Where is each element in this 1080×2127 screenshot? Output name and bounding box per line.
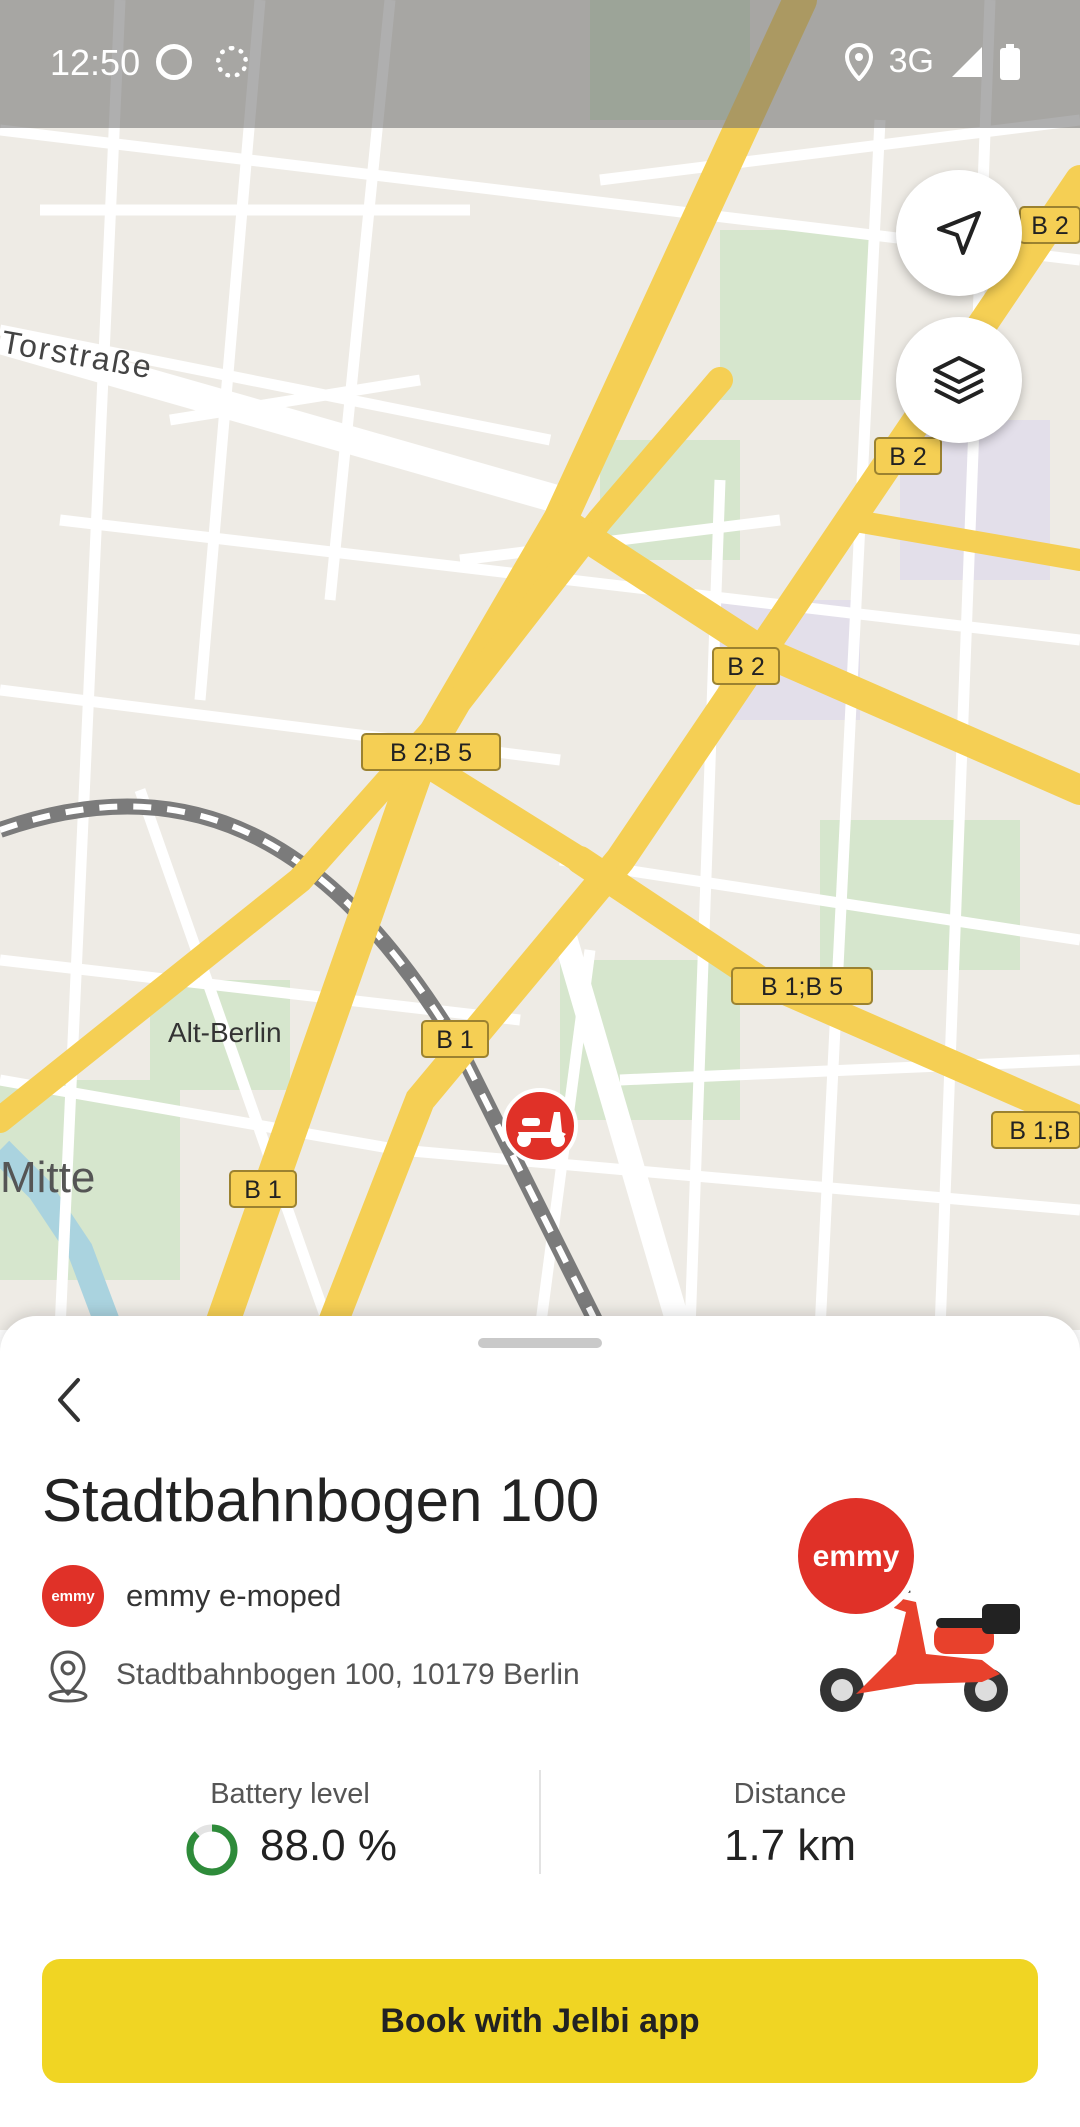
layers-icon [933, 356, 985, 404]
provider-logo: emmy [42, 1565, 104, 1627]
vehicle-image-badge: emmy [813, 1540, 900, 1573]
road-shield: B 1 [244, 1176, 282, 1204]
battery-value: 88.0 % [260, 1821, 397, 1870]
sync-icon [156, 44, 192, 80]
park-area [820, 820, 1020, 970]
district-label: Mitte [0, 1153, 95, 1202]
provider-name: emmy e-moped [126, 1578, 342, 1613]
road-shield: B 2 [889, 443, 927, 471]
road-shield: B 1 [436, 1026, 474, 1054]
location-title: Stadtbahnbogen 100 [42, 1467, 600, 1534]
signal-icon [952, 46, 982, 77]
status-time: 12:50 [50, 42, 141, 83]
chevron-left-icon [58, 1378, 80, 1422]
place-label: Alt-Berlin [168, 1017, 282, 1048]
battery-level-arc [186, 1824, 238, 1876]
vehicle-image: emmy [786, 1484, 1026, 1729]
settings-icon [216, 46, 248, 78]
back-button[interactable] [46, 1370, 90, 1430]
address-text: Stadtbahnbogen 100, 10179 Berlin [116, 1658, 580, 1691]
location-icon [844, 42, 873, 81]
distance-label: Distance [733, 1778, 847, 1810]
park-area [720, 230, 870, 400]
road-shield: B 2;B 5 [390, 739, 472, 767]
road-shield: B 2 [1031, 212, 1069, 240]
distance-value: 1.7 km [723, 1821, 857, 1870]
book-button[interactable]: Book with Jelbi app [42, 1959, 1038, 2083]
provider-logo-text: emmy [51, 1587, 95, 1605]
vehicle-marker[interactable] [502, 1088, 578, 1164]
status-indicators: 3G [844, 42, 1020, 81]
navigation-arrow-icon [937, 211, 981, 255]
stats-divider [539, 1770, 541, 1874]
battery-icon [1000, 43, 1020, 80]
road-shield: B 1;B 5 [761, 973, 843, 1001]
road-shield: B 2 [727, 653, 765, 681]
battery-label: Battery level [210, 1778, 370, 1810]
battery-ring-icon [186, 1824, 238, 1876]
sheet-drag-handle[interactable] [478, 1338, 602, 1348]
my-location-button[interactable] [896, 170, 1022, 296]
address-pin-icon [42, 1648, 94, 1709]
vehicle-details-sheet: Stadtbahnbogen 100 emmy emmy e-moped Sta… [0, 1316, 1080, 2127]
road-shield: B 1;B [1009, 1117, 1070, 1145]
network-type: 3G [888, 42, 934, 80]
status-bar: 12:50 3G [0, 0, 1080, 128]
map-layers-button[interactable] [896, 317, 1022, 443]
